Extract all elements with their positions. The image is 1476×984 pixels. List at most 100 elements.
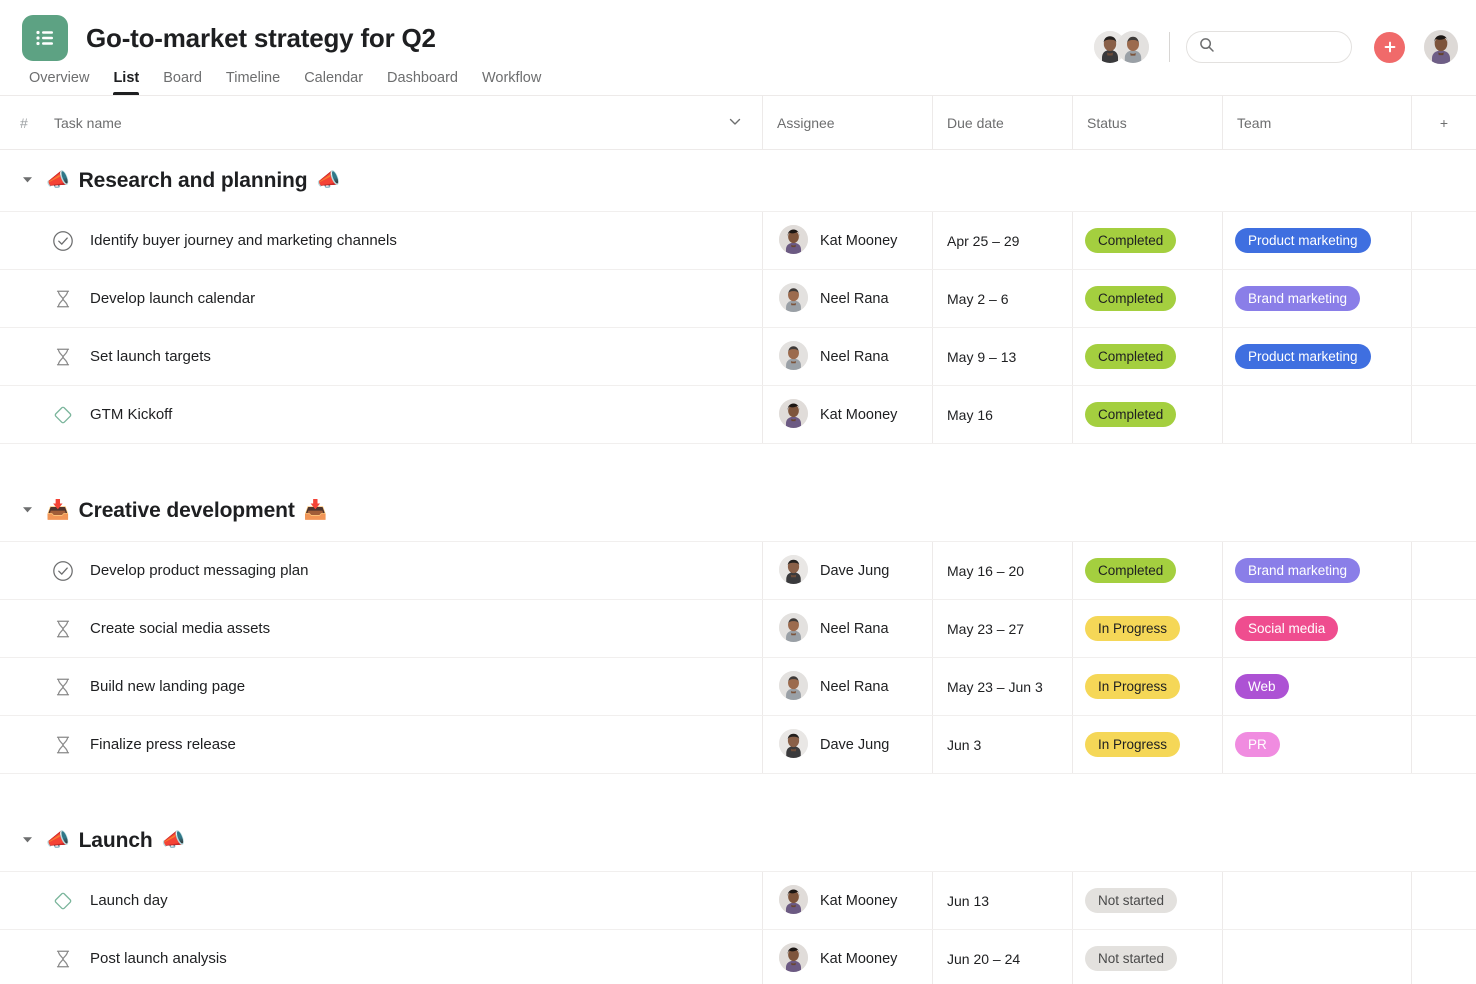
status-cell[interactable]: Completed bbox=[1072, 386, 1222, 443]
hourglass-icon[interactable] bbox=[52, 288, 74, 310]
column-header-assignee[interactable]: Assignee bbox=[762, 96, 932, 149]
due-date-cell[interactable]: May 16 – 20 bbox=[932, 542, 1072, 599]
tab-board[interactable]: Board bbox=[151, 70, 214, 95]
status-badge[interactable]: Completed bbox=[1085, 558, 1176, 583]
assignee-cell[interactable]: Neel Rana bbox=[762, 658, 932, 715]
team-badge[interactable]: Brand marketing bbox=[1235, 286, 1360, 311]
hourglass-icon[interactable] bbox=[52, 734, 74, 756]
team-badge[interactable]: Product marketing bbox=[1235, 228, 1371, 253]
assignee-cell[interactable]: Neel Rana bbox=[762, 600, 932, 657]
collapse-caret-icon[interactable] bbox=[22, 502, 36, 520]
hourglass-icon[interactable] bbox=[52, 676, 74, 698]
team-cell[interactable]: Social media bbox=[1222, 600, 1411, 657]
status-badge[interactable]: Completed bbox=[1085, 402, 1176, 427]
tab-workflow[interactable]: Workflow bbox=[470, 70, 553, 95]
team-badge[interactable]: Brand marketing bbox=[1235, 558, 1360, 583]
status-cell[interactable]: In Progress bbox=[1072, 658, 1222, 715]
due-date-cell[interactable]: May 9 – 13 bbox=[932, 328, 1072, 385]
assignee-cell[interactable]: Kat Mooney bbox=[762, 212, 932, 269]
row-extra-cell[interactable] bbox=[1411, 872, 1476, 929]
current-user-avatar[interactable] bbox=[1424, 30, 1458, 64]
due-date-cell[interactable]: May 23 – 27 bbox=[932, 600, 1072, 657]
hourglass-icon[interactable] bbox=[52, 346, 74, 368]
status-cell[interactable]: Not started bbox=[1072, 872, 1222, 929]
team-cell[interactable]: Product marketing bbox=[1222, 212, 1411, 269]
team-cell[interactable]: Brand marketing bbox=[1222, 542, 1411, 599]
team-cell[interactable]: Web bbox=[1222, 658, 1411, 715]
task-name-cell[interactable]: Post launch analysis bbox=[0, 930, 762, 984]
tab-list[interactable]: List bbox=[101, 70, 151, 95]
due-date-cell[interactable]: Jun 20 – 24 bbox=[932, 930, 1072, 984]
status-cell[interactable]: Completed bbox=[1072, 212, 1222, 269]
due-date-cell[interactable]: May 16 bbox=[932, 386, 1072, 443]
row-extra-cell[interactable] bbox=[1411, 600, 1476, 657]
hourglass-icon[interactable] bbox=[52, 618, 74, 640]
row-extra-cell[interactable] bbox=[1411, 716, 1476, 773]
search-bar[interactable] bbox=[1186, 31, 1352, 63]
tab-dashboard[interactable]: Dashboard bbox=[375, 70, 470, 95]
row-extra-cell[interactable] bbox=[1411, 270, 1476, 327]
section-header-2[interactable]: 📥Creative development📥 bbox=[0, 480, 1476, 542]
team-cell[interactable] bbox=[1222, 386, 1411, 443]
status-badge[interactable]: Not started bbox=[1085, 888, 1177, 913]
section-header-3[interactable]: 📣Launch📣 bbox=[0, 810, 1476, 872]
team-cell[interactable] bbox=[1222, 872, 1411, 929]
team-badge[interactable]: PR bbox=[1235, 732, 1280, 757]
collapse-caret-icon[interactable] bbox=[22, 172, 36, 190]
team-badge[interactable]: Web bbox=[1235, 674, 1289, 699]
task-name-cell[interactable]: Build new landing page bbox=[0, 658, 762, 715]
row-extra-cell[interactable] bbox=[1411, 658, 1476, 715]
table-row[interactable]: Post launch analysisKat MooneyJun 20 – 2… bbox=[0, 930, 1476, 984]
status-cell[interactable]: Completed bbox=[1072, 270, 1222, 327]
row-extra-cell[interactable] bbox=[1411, 930, 1476, 984]
due-date-cell[interactable]: May 2 – 6 bbox=[932, 270, 1072, 327]
status-badge[interactable]: Completed bbox=[1085, 228, 1176, 253]
status-badge[interactable]: Completed bbox=[1085, 344, 1176, 369]
assignee-cell[interactable]: Kat Mooney bbox=[762, 930, 932, 984]
team-cell[interactable]: PR bbox=[1222, 716, 1411, 773]
due-date-cell[interactable]: Apr 25 – 29 bbox=[932, 212, 1072, 269]
column-header-due-date[interactable]: Due date bbox=[932, 96, 1072, 149]
assignee-cell[interactable]: Dave Jung bbox=[762, 542, 932, 599]
task-name-cell[interactable]: Finalize press release bbox=[0, 716, 762, 773]
diamond-icon[interactable] bbox=[52, 890, 74, 912]
table-row[interactable]: Launch dayKat MooneyJun 13Not started bbox=[0, 872, 1476, 930]
table-row[interactable]: Identify buyer journey and marketing cha… bbox=[0, 212, 1476, 270]
assignee-cell[interactable]: Kat Mooney bbox=[762, 386, 932, 443]
task-name-cell[interactable]: Set launch targets bbox=[0, 328, 762, 385]
task-name-cell[interactable]: Create social media assets bbox=[0, 600, 762, 657]
section-header-1[interactable]: 📣Research and planning📣 bbox=[0, 150, 1476, 212]
column-header-task-name[interactable]: # Task name bbox=[0, 96, 762, 149]
assignee-cell[interactable]: Neel Rana bbox=[762, 328, 932, 385]
task-name-cell[interactable]: Develop product messaging plan bbox=[0, 542, 762, 599]
status-badge[interactable]: Completed bbox=[1085, 286, 1176, 311]
due-date-cell[interactable]: Jun 13 bbox=[932, 872, 1072, 929]
tab-calendar[interactable]: Calendar bbox=[292, 70, 375, 95]
assignee-cell[interactable]: Neel Rana bbox=[762, 270, 932, 327]
status-cell[interactable]: Not started bbox=[1072, 930, 1222, 984]
status-cell[interactable]: In Progress bbox=[1072, 600, 1222, 657]
column-header-status[interactable]: Status bbox=[1072, 96, 1222, 149]
status-badge[interactable]: In Progress bbox=[1085, 616, 1180, 641]
due-date-cell[interactable]: May 23 – Jun 3 bbox=[932, 658, 1072, 715]
row-extra-cell[interactable] bbox=[1411, 328, 1476, 385]
team-cell[interactable]: Product marketing bbox=[1222, 328, 1411, 385]
chevron-down-icon[interactable] bbox=[728, 114, 742, 131]
member-avatar-2[interactable] bbox=[1117, 31, 1149, 63]
status-cell[interactable]: In Progress bbox=[1072, 716, 1222, 773]
assignee-cell[interactable]: Kat Mooney bbox=[762, 872, 932, 929]
status-badge[interactable]: In Progress bbox=[1085, 674, 1180, 699]
check-circle-icon[interactable] bbox=[52, 230, 74, 252]
add-task-button[interactable] bbox=[1374, 32, 1405, 63]
table-row[interactable]: Set launch targetsNeel RanaMay 9 – 13 Com… bbox=[0, 328, 1476, 386]
task-name-cell[interactable]: Develop launch calendar bbox=[0, 270, 762, 327]
status-cell[interactable]: Completed bbox=[1072, 328, 1222, 385]
task-name-cell[interactable]: GTM Kickoff bbox=[0, 386, 762, 443]
table-row[interactable]: GTM KickoffKat MooneyMay 16 Completed bbox=[0, 386, 1476, 444]
status-cell[interactable]: Completed bbox=[1072, 542, 1222, 599]
column-header-team[interactable]: Team bbox=[1222, 96, 1411, 149]
table-row[interactable]: Develop launch calendarNeel RanaMay 2 – … bbox=[0, 270, 1476, 328]
team-cell[interactable] bbox=[1222, 930, 1411, 984]
table-row[interactable]: Create social media assetsNeel RanaMay 2… bbox=[0, 600, 1476, 658]
status-badge[interactable]: Not started bbox=[1085, 946, 1177, 971]
